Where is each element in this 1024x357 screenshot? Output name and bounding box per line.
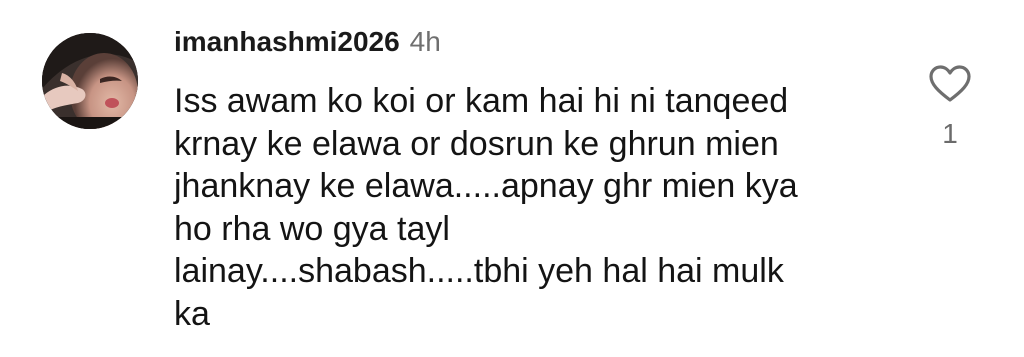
comment-header: imanhashmi2026 4h bbox=[174, 26, 441, 66]
avatar-image bbox=[42, 33, 138, 129]
timestamp: 4h bbox=[409, 26, 441, 57]
heart-icon[interactable] bbox=[928, 64, 972, 104]
username[interactable]: imanhashmi2026 bbox=[174, 26, 400, 58]
like-count: 1 bbox=[942, 118, 958, 149]
comment-item: imanhashmi2026 4h Iss awam ko koi or kam… bbox=[0, 0, 1024, 357]
like-control: 1 bbox=[922, 64, 978, 150]
comment-text: Iss awam ko koi or kam hai hi ni tanqeed… bbox=[174, 82, 798, 333]
avatar[interactable] bbox=[42, 33, 138, 129]
